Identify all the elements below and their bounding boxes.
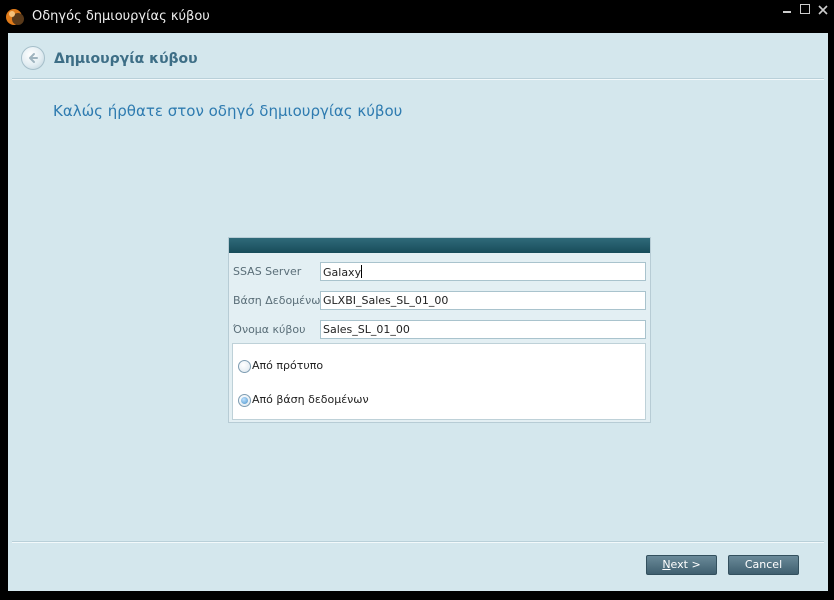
ssas-server-value: Galaxy: [323, 266, 362, 279]
source-options-group: Από πρότυπο Από βάση δεδομένων: [232, 343, 646, 420]
maximize-icon[interactable]: [798, 3, 812, 17]
page-title: Δημιουργία κύβου: [54, 51, 198, 67]
from-template-label: Από πρότυπο: [252, 359, 324, 372]
from-template-radio[interactable]: [238, 360, 251, 373]
window-title: Οδηγός δημιουργίας κύβου: [32, 9, 210, 24]
back-button[interactable]: [21, 46, 45, 70]
ssas-server-input[interactable]: Galaxy: [320, 262, 646, 281]
wizard-window: Δημιουργία κύβου Καλώς ήρθατε στον οδηγό…: [8, 33, 828, 591]
from-database-radio[interactable]: [238, 394, 251, 407]
welcome-heading: Καλώς ήρθατε στον οδηγό δημιουργίας κύβο…: [53, 102, 403, 120]
app-logo-icon: [5, 7, 25, 27]
connection-panel: SSAS Server Galaxy Βάση Δεδομένων GLXBI_…: [228, 237, 651, 423]
next-label: ext >: [670, 558, 701, 571]
from-database-label: Από βάση δεδομένων: [252, 393, 369, 406]
back-arrow-icon: [29, 53, 38, 63]
cube-name-input[interactable]: Sales_SL_01_00: [320, 320, 646, 339]
text-caret: [361, 265, 363, 278]
wizard-header: Δημιουργία κύβου: [8, 33, 828, 79]
database-label: Βάση Δεδομένων: [233, 294, 327, 307]
footer-divider: [12, 541, 824, 543]
panel-header-bar: [229, 238, 650, 253]
minimize-icon[interactable]: [780, 3, 794, 17]
next-mnemonic: N: [662, 558, 671, 571]
ssas-server-label: SSAS Server: [233, 265, 302, 278]
close-icon[interactable]: [816, 3, 830, 17]
cube-name-label: Όνομα κύβου: [233, 323, 306, 336]
cube-name-value: Sales_SL_01_00: [323, 323, 410, 336]
header-divider: [12, 78, 824, 80]
next-button[interactable]: Next >: [646, 555, 717, 575]
title-bar: Οδηγός δημιουργίας κύβου: [0, 0, 834, 33]
database-input[interactable]: GLXBI_Sales_SL_01_00: [320, 291, 646, 310]
cancel-button[interactable]: Cancel: [728, 555, 799, 575]
database-value: GLXBI_Sales_SL_01_00: [323, 294, 449, 307]
